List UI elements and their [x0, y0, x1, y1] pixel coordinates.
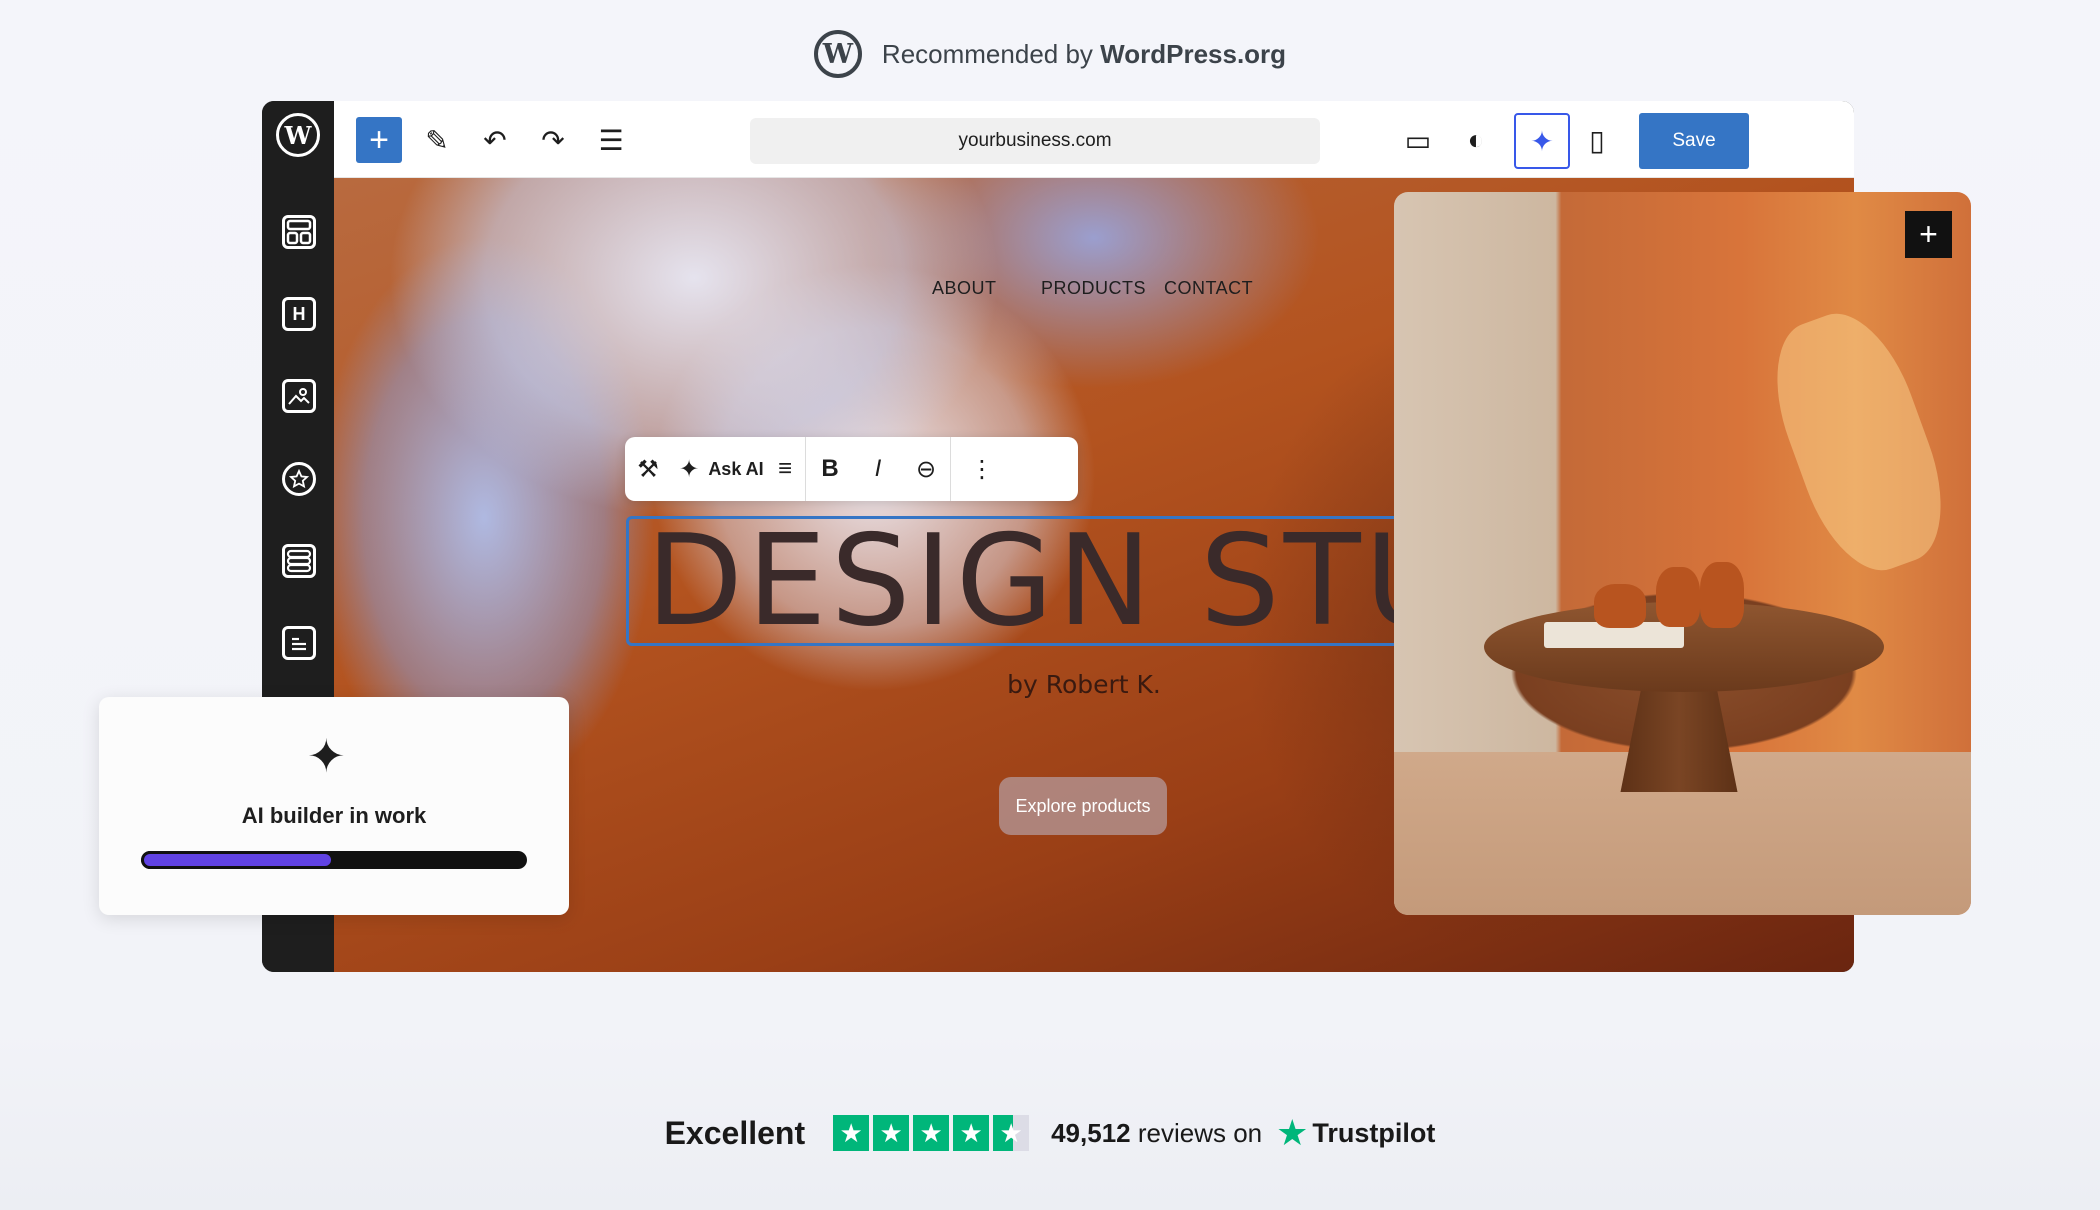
recommendation-prefix: Recommended by	[881, 38, 1101, 69]
ai-builder-card: ✦ AI builder in work	[99, 697, 569, 915]
ai-wand-icon[interactable]: ✦	[1514, 113, 1570, 169]
ai-progress-bar	[141, 851, 527, 869]
italic-button[interactable]: I	[854, 437, 902, 501]
review-count: 49,512 reviews on	[1051, 1118, 1262, 1149]
bold-button[interactable]: B	[806, 437, 854, 501]
settings-panel-icon[interactable]: ▯	[1574, 117, 1620, 163]
half-star-icon: ★	[993, 1115, 1030, 1151]
star-icon: ★	[873, 1115, 910, 1151]
badge-icon-svg	[289, 469, 309, 489]
redo-icon[interactable]: ↷	[530, 117, 576, 163]
rating-stars: ★ ★ ★ ★ ★	[833, 1115, 1030, 1151]
trustpilot-rating: Excellent ★ ★ ★ ★ ★ 49,512 reviews on ★ …	[0, 1105, 2100, 1161]
layout-icon[interactable]	[282, 544, 316, 578]
pen-icon[interactable]: ✎	[414, 117, 460, 163]
contrast-icon[interactable]: ◐	[1453, 117, 1499, 163]
document-outline-icon[interactable]: ☰	[588, 117, 634, 163]
url-bar[interactable]: yourbusiness.com	[750, 118, 1320, 164]
nav-link-products[interactable]: PRODUCTS	[1041, 278, 1146, 299]
block-toolbar: ⚒ ✦ Ask AI ≡ B I ⊖ ⋮	[625, 437, 1078, 501]
sunlight-shape	[1753, 297, 1965, 587]
align-icon[interactable]: ≡	[765, 437, 805, 501]
link-icon[interactable]: ⊖	[902, 437, 950, 501]
recommendation-banner: W Recommended by WordPress.org	[0, 28, 2100, 80]
heading-icon[interactable]: H	[282, 297, 316, 331]
star-icon: ★	[913, 1115, 950, 1151]
patterns-icon[interactable]	[282, 215, 316, 249]
vase-shape	[1656, 567, 1700, 627]
recommendation-text: Recommended by WordPress.org	[882, 39, 1286, 70]
patterns-icon-svg	[286, 219, 312, 245]
review-count-suffix: reviews on	[1130, 1117, 1263, 1148]
ai-progress-fill	[141, 851, 334, 869]
star-icon: ★	[953, 1115, 990, 1151]
editor-toolbar: + ✎ ↶ ↷ ☰ yourbusiness.com ▭ ◐ ✦ ▯ Save	[334, 101, 1854, 178]
layout-icon-svg	[286, 549, 312, 573]
vase-shape	[1700, 562, 1744, 628]
save-button[interactable]: Save	[1639, 113, 1749, 169]
image-icon[interactable]	[282, 379, 316, 413]
ask-ai-button[interactable]: Ask AI	[707, 437, 765, 501]
undo-icon[interactable]: ↶	[472, 117, 518, 163]
text-block-icon-svg	[292, 637, 306, 651]
ai-builder-title: AI builder in work	[241, 803, 427, 828]
add-block-button[interactable]: +	[356, 117, 402, 163]
trustpilot-star-icon: ★	[1276, 1112, 1309, 1153]
device-preview-icon[interactable]: ▭	[1395, 117, 1441, 163]
more-options-icon[interactable]: ⋮	[951, 437, 1013, 501]
text-block-icon[interactable]	[282, 626, 316, 660]
star-icon: ★	[833, 1115, 870, 1151]
hero-photo[interactable]	[1394, 192, 1971, 915]
badge-icon[interactable]	[282, 462, 316, 496]
bowl-shape	[1594, 584, 1646, 628]
nav-link-contact[interactable]: CONTACT	[1164, 278, 1253, 299]
review-count-number: 49,512	[1051, 1117, 1131, 1148]
recommendation-brand: WordPress.org	[1100, 38, 1287, 69]
nav-link-about[interactable]: ABOUT	[932, 278, 997, 299]
trustpilot-logo[interactable]: Trustpilot	[1312, 1118, 1435, 1149]
rating-word: Excellent	[664, 1114, 806, 1151]
explore-products-button[interactable]: Explore products	[999, 777, 1167, 835]
hammer-icon[interactable]: ⚒	[625, 437, 671, 501]
image-icon-svg	[288, 388, 310, 405]
byline-text[interactable]: by Robert K.	[934, 670, 1234, 699]
ai-sparkle-icon: ✦	[307, 730, 346, 782]
wordpress-logo-icon[interactable]: W	[276, 113, 320, 157]
ai-sparkle-icon[interactable]: ✦	[671, 437, 707, 501]
wordpress-logo-icon: W	[813, 30, 862, 78]
add-image-button[interactable]: +	[1905, 211, 1952, 258]
